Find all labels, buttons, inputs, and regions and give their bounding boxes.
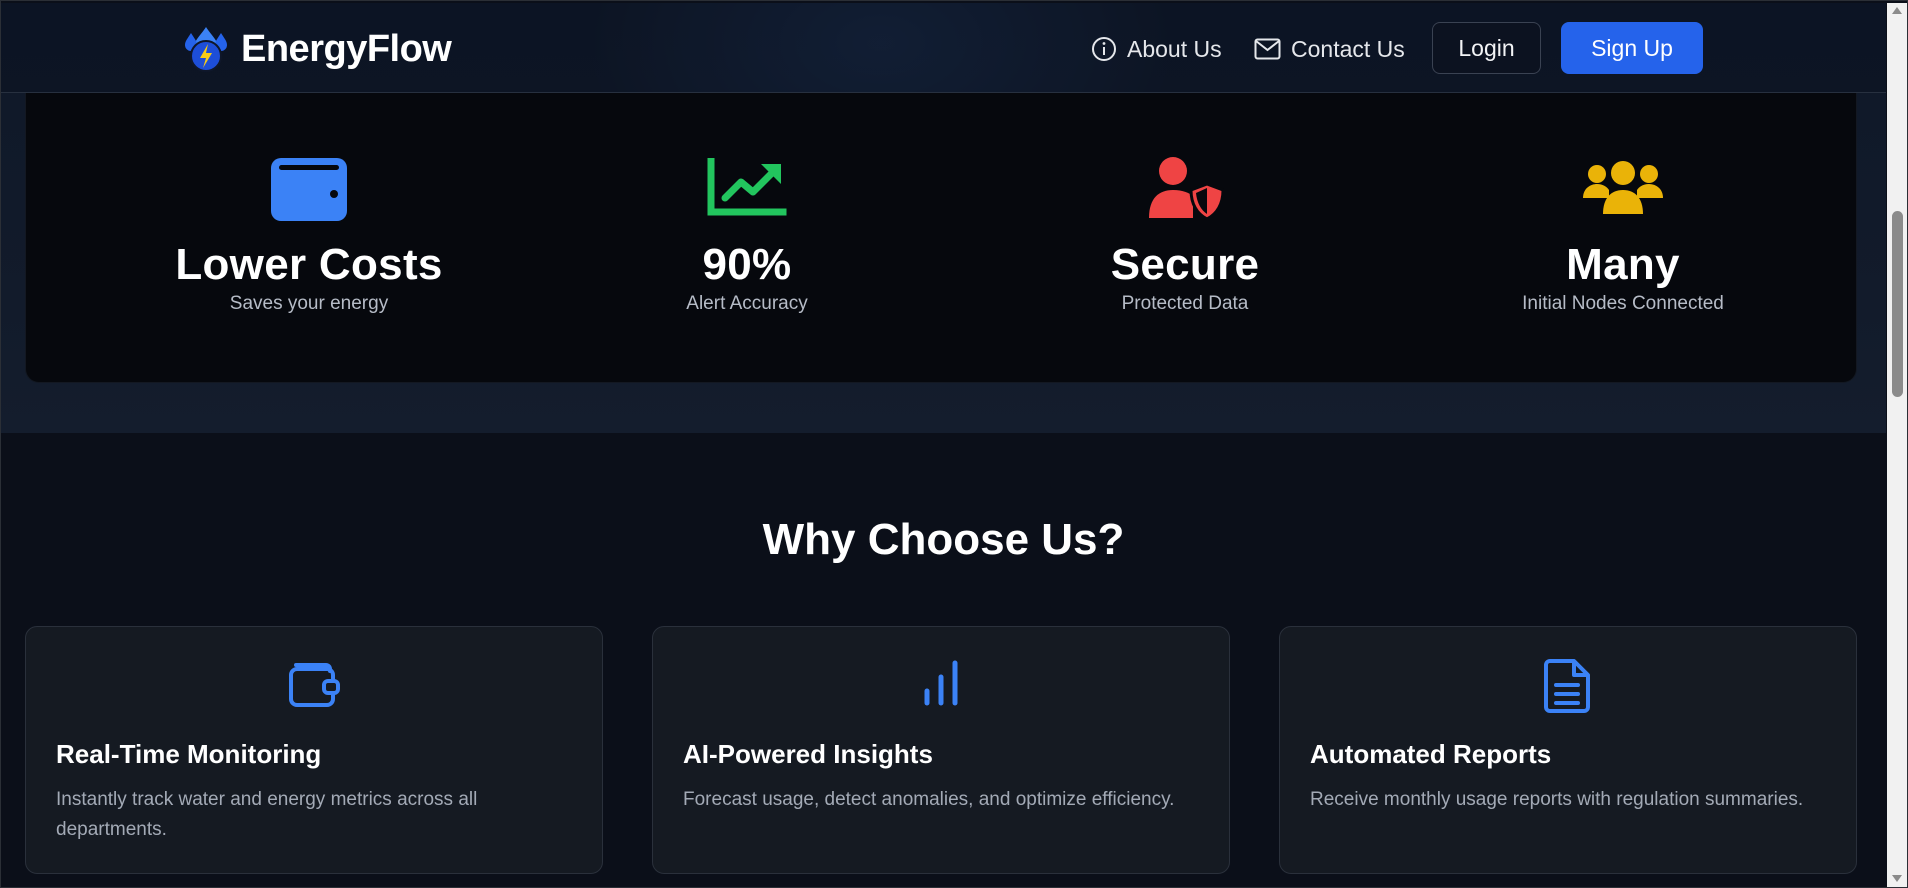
energy-drop-logo-icon: [185, 27, 227, 72]
card-description: Receive monthly usage reports with regul…: [1310, 789, 1804, 810]
mail-icon: [1254, 38, 1281, 60]
signup-button[interactable]: Sign Up: [1561, 22, 1703, 74]
user-shield-icon: [1149, 157, 1225, 220]
stat-label: Initial Nodes Connected: [1522, 293, 1724, 314]
stat-value: Secure: [1110, 240, 1260, 289]
vertical-scrollbar[interactable]: [1887, 3, 1907, 887]
chart-line-icon: [707, 158, 787, 216]
info-icon: [1092, 37, 1116, 61]
scroll-up-arrow-icon[interactable]: [1892, 7, 1902, 14]
wallet-outline-icon: [289, 663, 340, 707]
stat-value: 90%: [702, 240, 792, 289]
stat-nodes: Many Initial Nodes Connected: [1413, 153, 1833, 315]
nav-contact-us[interactable]: Contact Us: [1254, 33, 1405, 65]
stat-lower-costs: Lower Costs Saves your energy: [99, 153, 519, 315]
card-title: Automated Reports: [1310, 739, 1552, 769]
stats-panel: Lower Costs Saves your energy 90% Alert …: [25, 93, 1857, 383]
nav-contact-us-label: Contact Us: [1291, 35, 1405, 62]
feature-card-ai-insights: AI-Powered Insights Forecast usage, dete…: [652, 626, 1230, 874]
scroll-down-arrow-icon[interactable]: [1892, 875, 1902, 882]
login-button[interactable]: Login: [1432, 22, 1541, 74]
card-description: Instantly track water and energy metrics…: [56, 789, 478, 840]
card-title: AI-Powered Insights: [683, 739, 933, 769]
scroll-thumb[interactable]: [1892, 211, 1903, 397]
feature-card-real-time-monitoring: Real-Time Monitoring Instantly track wat…: [25, 626, 603, 874]
stat-alert-accuracy: 90% Alert Accuracy: [537, 153, 957, 315]
stat-label: Protected Data: [1121, 293, 1249, 314]
section-title: Why Choose Us?: [762, 515, 1125, 564]
card-title: Real-Time Monitoring: [56, 739, 322, 769]
stat-secure: Secure Protected Data: [975, 153, 1395, 315]
bar-chart-icon: [924, 660, 958, 706]
brand-logo[interactable]: EnergyFlow: [181, 23, 452, 75]
nav-about-us-label: About Us: [1127, 35, 1222, 62]
users-icon: [1583, 161, 1663, 214]
card-description: Forecast usage, detect anomalies, and op…: [683, 789, 1175, 810]
site-header: EnergyFlow About Us Contact Us Login Sig…: [1, 3, 1886, 93]
stat-label: Alert Accuracy: [686, 293, 808, 314]
document-icon: [1544, 659, 1590, 713]
stat-label: Saves your energy: [229, 293, 389, 314]
stat-value: Many: [1566, 240, 1680, 289]
why-choose-us-section: Why Choose Us? Real-Time Monitoring Inst…: [1, 433, 1886, 887]
feature-card-automated-reports: Automated Reports Receive monthly usage …: [1279, 626, 1857, 874]
stat-value: Lower Costs: [175, 240, 443, 289]
page: EnergyFlow About Us Contact Us Login Sig…: [1, 3, 1886, 887]
brand-name: EnergyFlow: [241, 27, 452, 70]
nav-about-us[interactable]: About Us: [1091, 33, 1222, 65]
wallet-icon: [271, 158, 347, 221]
